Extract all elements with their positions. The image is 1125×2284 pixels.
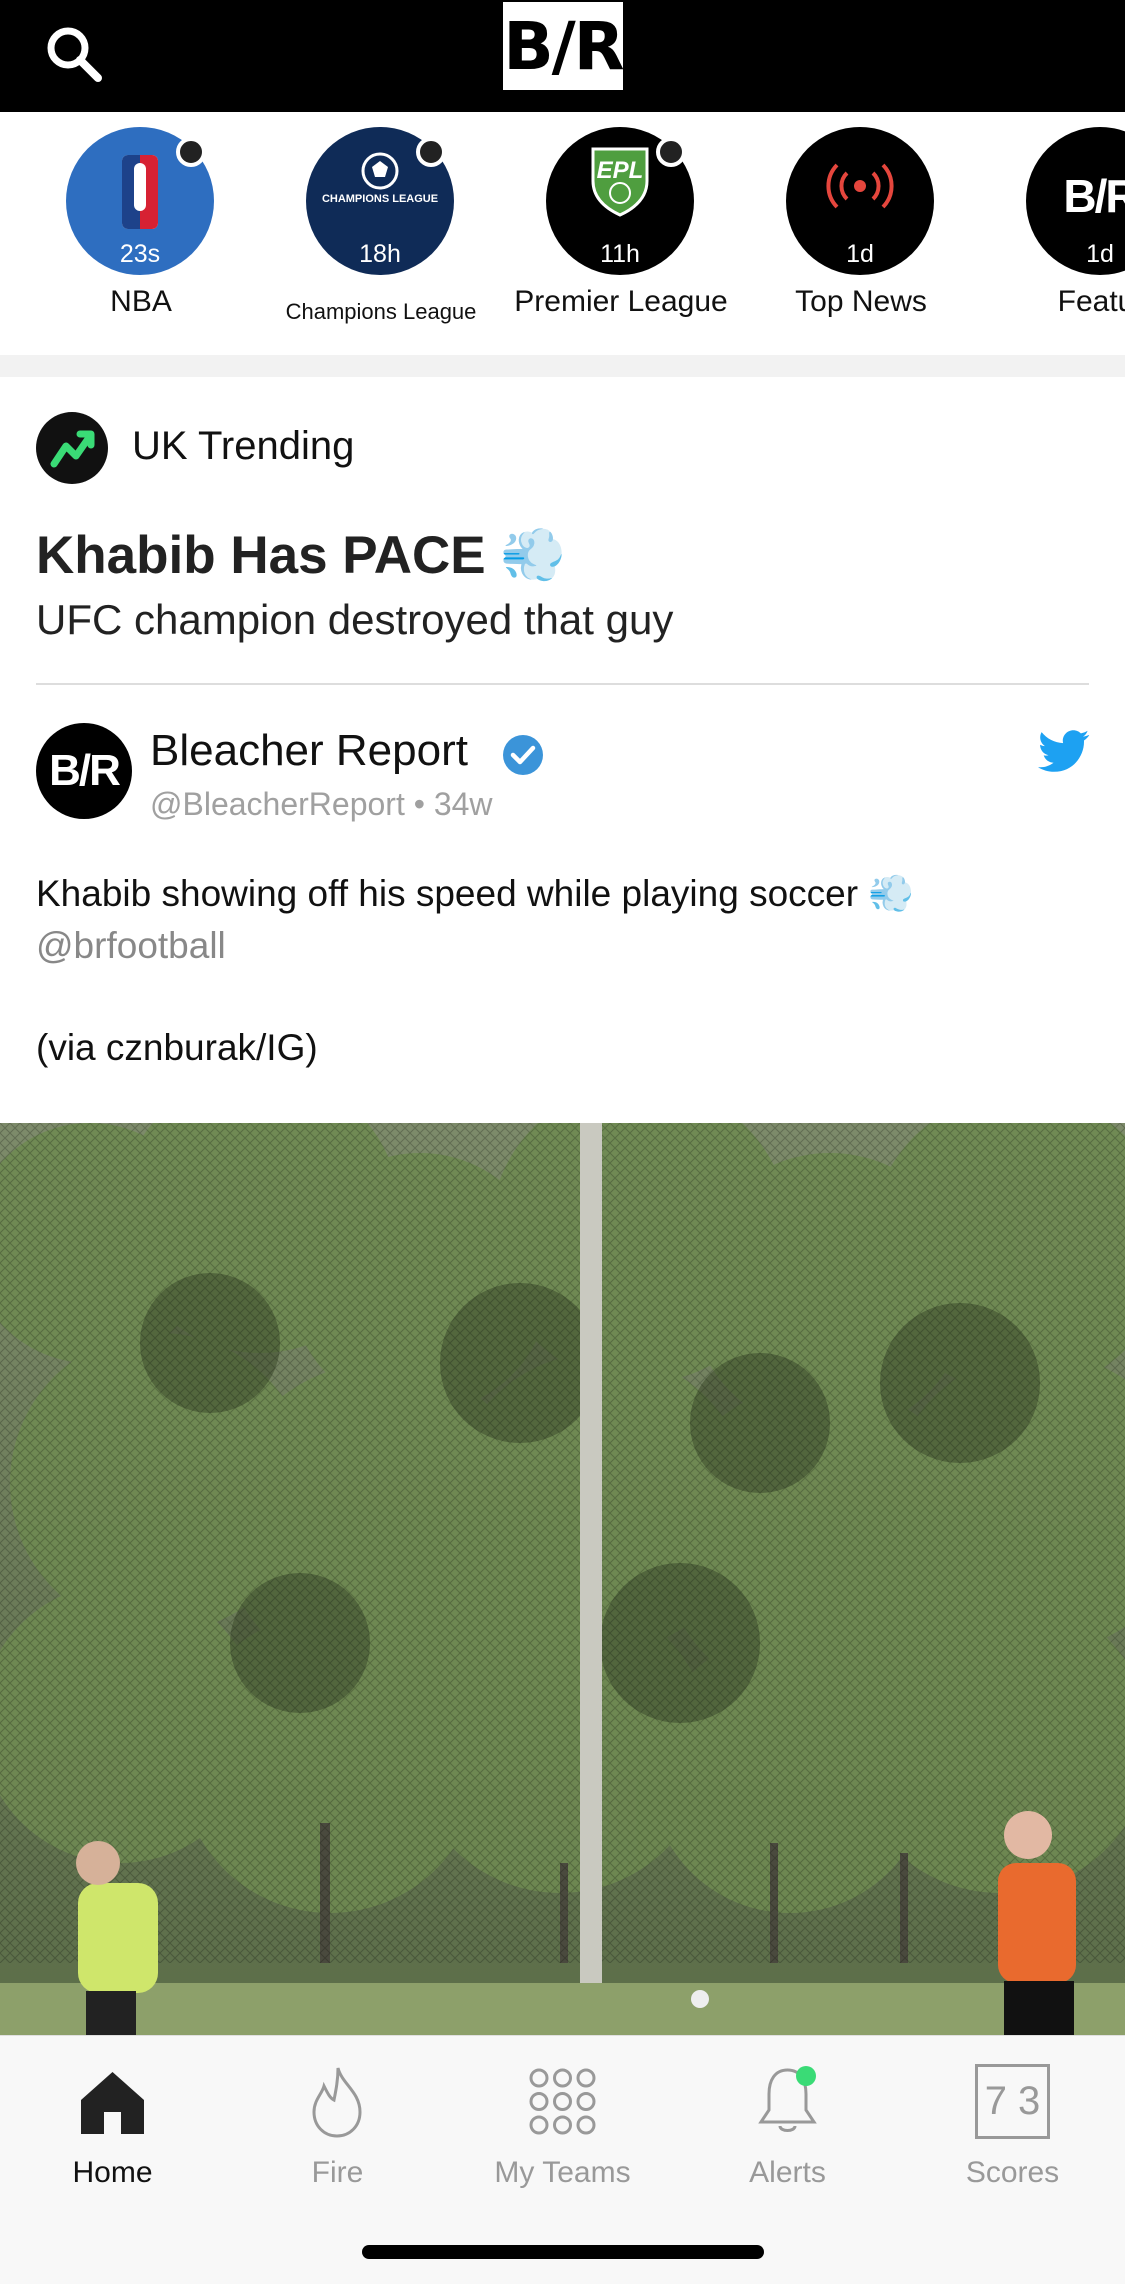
streams-carousel[interactable]: 23s NBA CHAMPIONS LEAGUE 18h Champions L… [0,112,1125,355]
tweet-via: (via cznburak/IG) [36,1027,318,1068]
scores-icon-digits: 7 3 [984,2079,1041,2123]
grid-icon [529,2068,596,2135]
trending-icon[interactable] [36,412,108,484]
search-icon[interactable] [40,20,110,90]
stream-champions-league[interactable]: CHAMPIONS LEAGUE 18h Champions League [271,127,491,347]
post-subhead: UFC champion destroyed that guy [36,596,674,643]
stream-age: 18h [359,240,401,268]
trending-arrow-icon [50,430,95,468]
champions-league-logo-text: CHAMPIONS LEAGUE [321,193,439,205]
stream-age: 1d [1086,240,1114,268]
fire-icon [312,2067,362,2138]
featured-logo-text: B/R [1063,170,1125,222]
tweet-text: Khabib showing off his speed while playi… [36,873,915,914]
stream-premier-league[interactable]: EPL 11h Premier League [511,127,731,347]
stream-top-news[interactable]: 1d Top News [751,127,971,347]
unread-dot [656,137,686,167]
stream-age: 11h [600,240,640,268]
tab-label: Scores [965,2156,1060,2189]
avatar[interactable]: B/R [36,723,132,819]
avatar-text: B/R [49,746,121,795]
feed-separator [0,355,1125,377]
bell-icon [758,2066,817,2132]
tab-label: Alerts [749,2156,826,2189]
stream-label: Champions League [285,299,477,324]
channel-label[interactable]: UK Trending [132,424,354,469]
tweet-video[interactable] [0,1123,1125,2035]
tab-scores[interactable]: 7 3 Scores [900,2052,1125,2202]
scores-icon: 7 3 [975,2064,1050,2139]
verified-badge-icon [503,735,543,775]
broadcast-icon [826,163,894,209]
tab-fire[interactable]: Fire [225,2052,450,2202]
champions-league-ball-icon [361,152,399,190]
tweet-mention-link[interactable]: @brfootball [36,925,226,966]
stream-nba[interactable]: 23s NBA [31,127,251,347]
stream-top-news-avatar: 1d [786,127,934,275]
tab-label: My Teams [494,2156,631,2189]
stream-featured-avatar: B/R 1d [1026,127,1125,275]
tweet-handle: @BleacherReport • 34w [150,786,493,822]
nba-logo-icon [122,155,158,229]
stream-label: Featur [1057,285,1125,318]
home-indicator[interactable] [362,2245,764,2259]
br-logo[interactable]: B/R [503,2,625,90]
divider [36,683,1089,685]
stream-age: 23s [119,240,161,268]
tab-label: Fire [311,2156,364,2189]
tab-home[interactable]: Home [0,2052,225,2202]
unread-dot [416,137,446,167]
stream-label: Top News [795,285,927,318]
stream-label: NBA [110,285,172,318]
stream-age: 1d [846,240,874,268]
tab-label: Home [72,2156,153,2189]
twitter-bird-icon[interactable] [1038,730,1090,774]
stream-label: Premier League [514,285,728,318]
video-frame [0,1123,1125,2035]
tab-my-teams[interactable]: My Teams [450,2052,675,2202]
tweet-author[interactable]: Bleacher Report [150,726,468,776]
tab-alerts[interactable]: Alerts [675,2052,900,2202]
post-headline[interactable]: Khabib Has PACE 💨 [36,524,566,586]
stream-featured[interactable]: B/R 1d Featur [991,127,1125,347]
home-icon [81,2072,144,2134]
unread-dot [176,137,206,167]
tweet-body: Khabib showing off his speed while playi… [36,868,1096,1074]
top-bar: B/R [0,0,1125,112]
br-logo-text: B/R [503,7,624,85]
